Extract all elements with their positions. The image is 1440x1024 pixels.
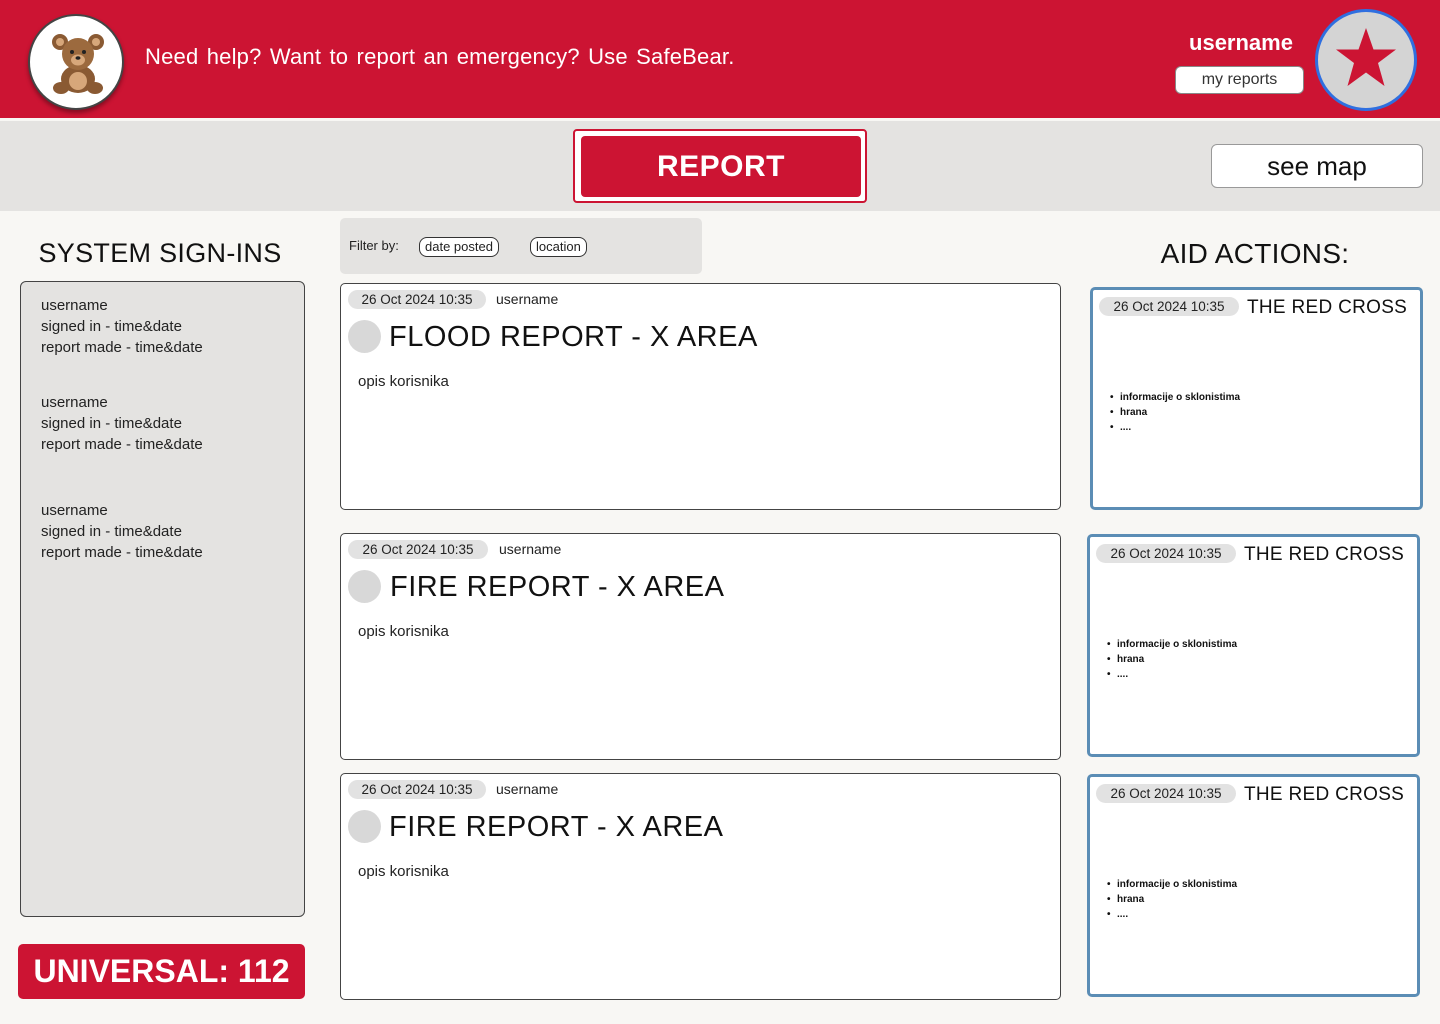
- signin-time: signed in - time&date: [41, 318, 182, 335]
- aid-organization: THE RED CROSS: [1244, 784, 1405, 805]
- aid-organization: THE RED CROSS: [1244, 544, 1405, 565]
- aid-detail-item: ....: [1107, 907, 1237, 922]
- aid-card[interactable]: 26 Oct 2024 10:35 THE RED CROSS informac…: [1087, 774, 1420, 997]
- report-time: report made - time&date: [41, 544, 203, 561]
- aid-detail-item: informacije o sklonistima: [1107, 637, 1237, 652]
- report-title: FIRE REPORT - X AREA: [390, 571, 725, 603]
- filter-bar: Filter by: date posted location: [340, 218, 702, 274]
- report-button[interactable]: REPORT: [581, 136, 861, 197]
- aid-detail-item: hrana: [1107, 652, 1237, 667]
- signin-username: username: [41, 297, 108, 314]
- aid-organization: THE RED CROSS: [1247, 297, 1408, 318]
- report-username: username: [499, 541, 562, 557]
- signins-title: SYSTEM SIGN-INS: [38, 238, 282, 268]
- aid-detail-item: ....: [1110, 420, 1240, 435]
- report-time: report made - time&date: [41, 339, 203, 356]
- signin-username: username: [41, 502, 108, 519]
- filter-location[interactable]: location: [530, 237, 587, 257]
- aid-detail-item: informacije o sklonistima: [1110, 390, 1240, 405]
- signins-panel: username signed in - time&date report ma…: [20, 281, 305, 917]
- report-username: username: [496, 781, 559, 797]
- action-toolbar: REPORT see map: [0, 121, 1440, 211]
- signin-time: signed in - time&date: [41, 415, 182, 432]
- header-username: username: [1189, 30, 1293, 55]
- report-date: 26 Oct 2024 10:35: [348, 540, 488, 559]
- report-description: opis korisnika: [358, 623, 449, 640]
- aid-card[interactable]: 26 Oct 2024 10:35 THE RED CROSS informac…: [1090, 287, 1423, 510]
- aid-details-list: informacije o sklonistima hrana ....: [1110, 390, 1240, 435]
- app-header: Need help? Want to report an emergency? …: [0, 0, 1440, 118]
- safebear-logo[interactable]: [28, 14, 124, 110]
- report-title: FLOOD REPORT - X AREA: [389, 321, 758, 353]
- user-avatar[interactable]: [1315, 9, 1417, 111]
- report-description: opis korisnika: [358, 373, 449, 390]
- report-username: username: [496, 291, 559, 307]
- aid-date: 26 Oct 2024 10:35: [1096, 784, 1236, 803]
- teddy-bear-icon: [52, 34, 104, 94]
- universal-emergency-number[interactable]: UNIVERSAL: 112: [18, 944, 305, 999]
- report-card[interactable]: 26 Oct 2024 10:35 username FIRE REPORT -…: [340, 533, 1061, 760]
- aid-detail-item: hrana: [1110, 405, 1240, 420]
- aid-date: 26 Oct 2024 10:35: [1099, 297, 1239, 316]
- aid-date: 26 Oct 2024 10:35: [1096, 544, 1236, 563]
- my-reports-button[interactable]: my reports: [1175, 66, 1304, 94]
- signin-entry: username signed in - time&date report ma…: [41, 500, 203, 563]
- aid-details-list: informacije o sklonistima hrana ....: [1107, 877, 1237, 922]
- aid-detail-item: informacije o sklonistima: [1107, 877, 1237, 892]
- aid-detail-item: ....: [1107, 667, 1237, 682]
- report-card[interactable]: 26 Oct 2024 10:35 username FLOOD REPORT …: [340, 283, 1061, 510]
- aid-detail-item: hrana: [1107, 892, 1237, 907]
- aid-card[interactable]: 26 Oct 2024 10:35 THE RED CROSS informac…: [1087, 534, 1420, 757]
- star-icon: [1336, 28, 1396, 86]
- report-card[interactable]: 26 Oct 2024 10:35 username FIRE REPORT -…: [340, 773, 1061, 1000]
- report-avatar: [348, 810, 381, 843]
- report-time: report made - time&date: [41, 436, 203, 453]
- report-date: 26 Oct 2024 10:35: [348, 290, 486, 309]
- aid-details-list: informacije o sklonistima hrana ....: [1107, 637, 1237, 682]
- report-button-frame: REPORT: [573, 129, 867, 203]
- aid-actions-title: AID ACTIONS:: [1160, 238, 1350, 269]
- header-tagline: Need help? Want to report an emergency? …: [145, 44, 735, 69]
- see-map-button[interactable]: see map: [1211, 144, 1423, 188]
- filter-label: Filter by:: [349, 238, 399, 253]
- report-date: 26 Oct 2024 10:35: [348, 780, 486, 799]
- report-description: opis korisnika: [358, 863, 449, 880]
- report-avatar: [348, 320, 381, 353]
- signin-time: signed in - time&date: [41, 523, 182, 540]
- report-avatar: [348, 570, 381, 603]
- report-title: FIRE REPORT - X AREA: [389, 811, 724, 843]
- signin-entry: username signed in - time&date report ma…: [41, 295, 203, 358]
- signin-username: username: [41, 394, 108, 411]
- signin-entry: username signed in - time&date report ma…: [41, 392, 203, 455]
- filter-date-posted[interactable]: date posted: [419, 237, 499, 257]
